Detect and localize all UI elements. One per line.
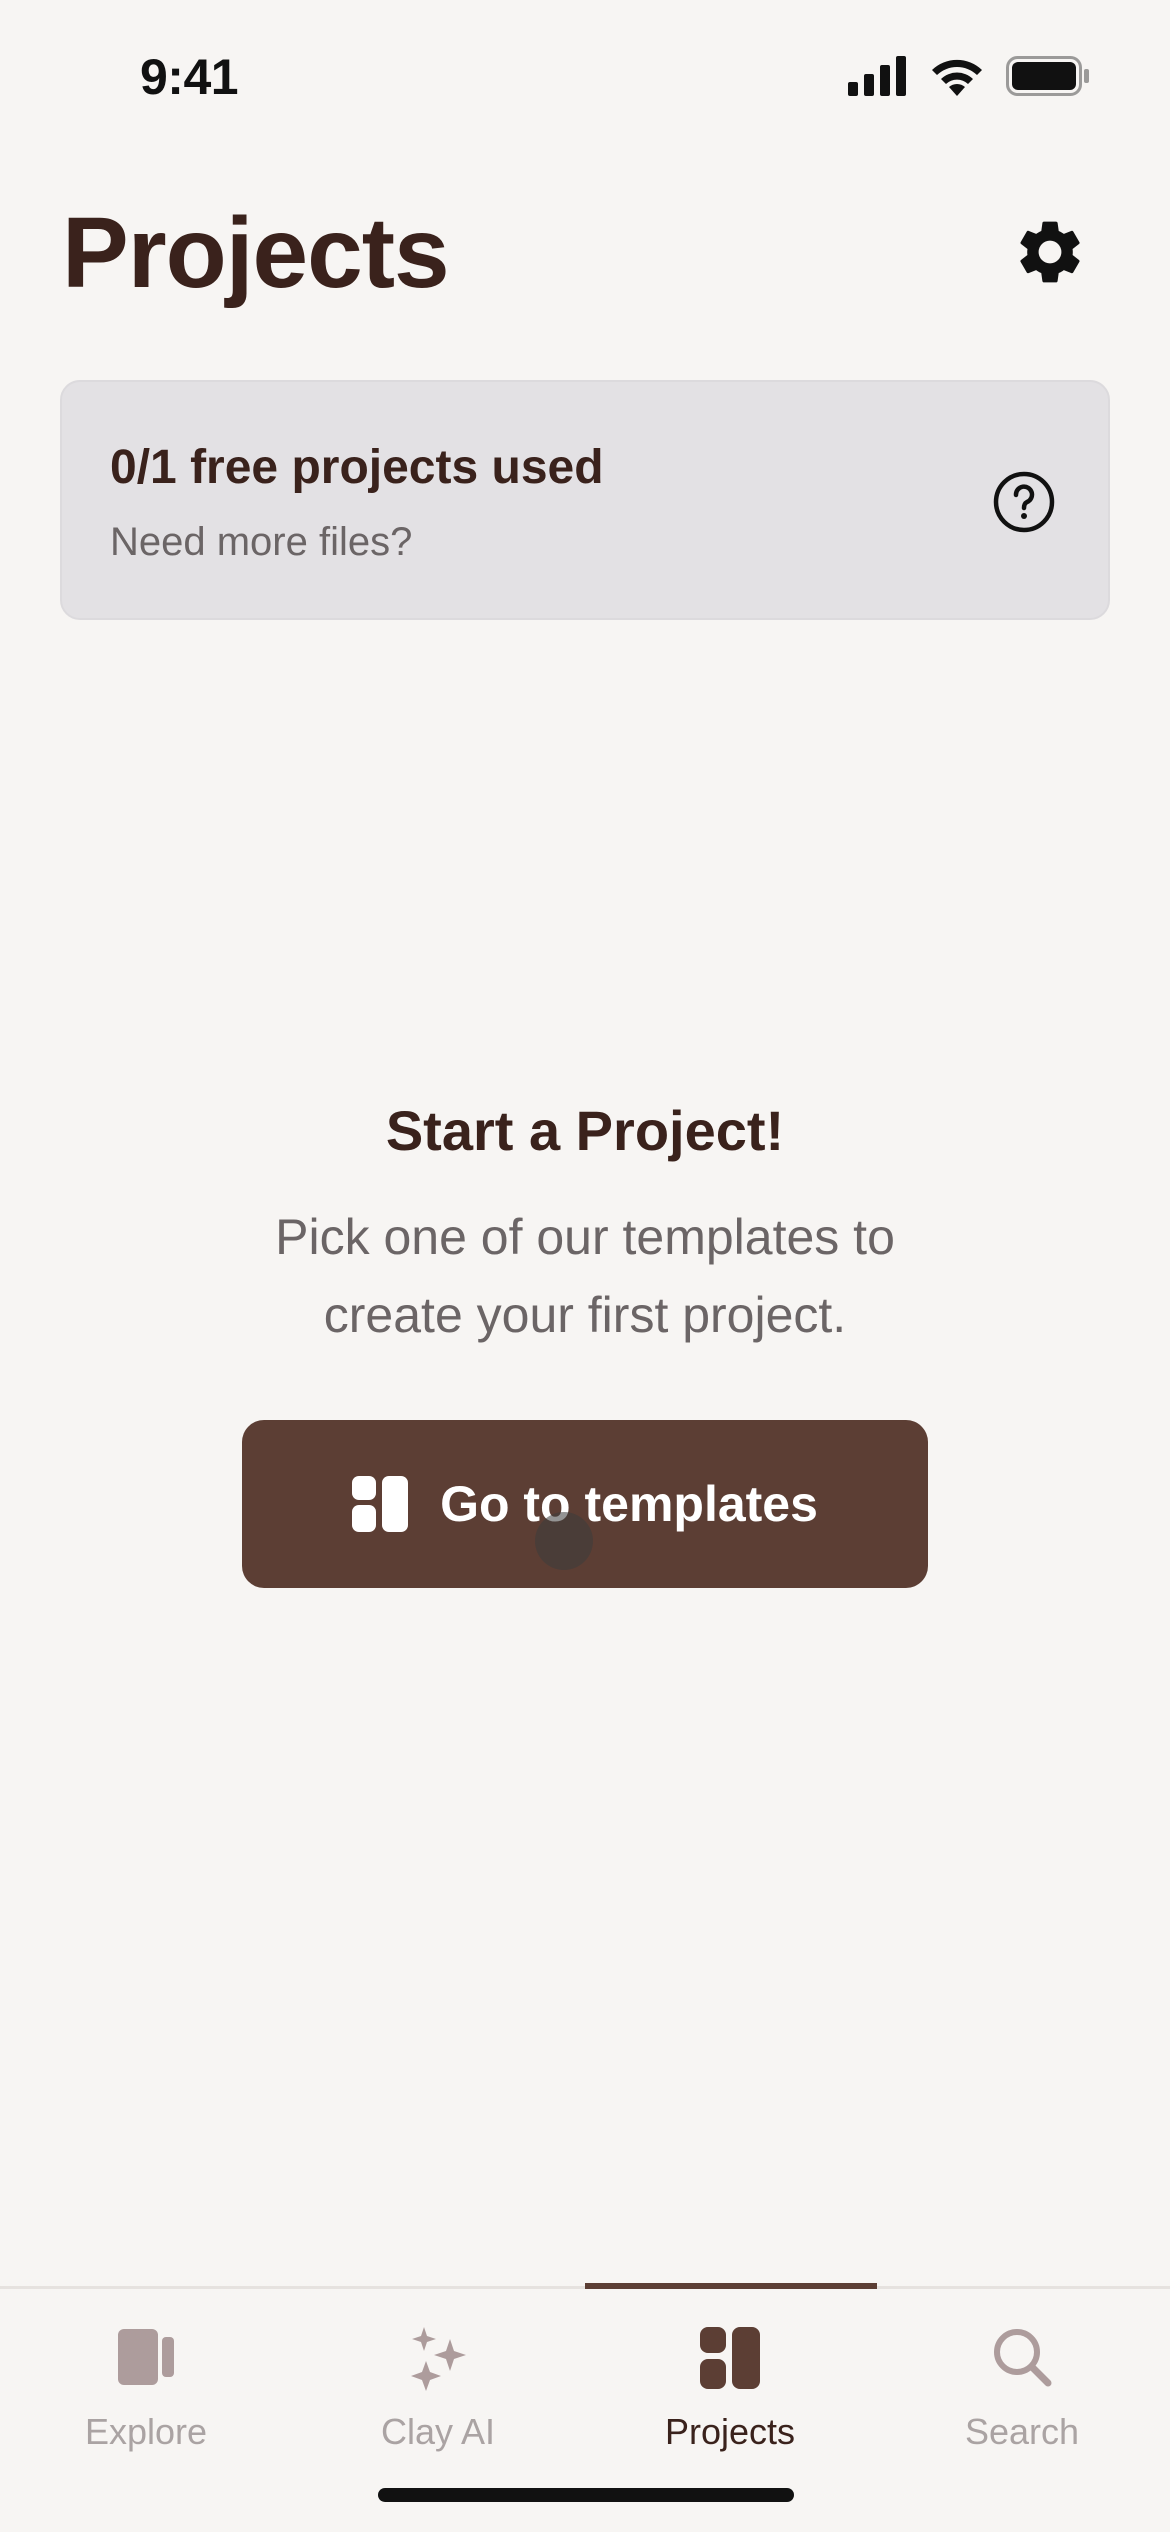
tab-label: Projects	[664, 2411, 796, 2452]
settings-button[interactable]	[1012, 214, 1088, 290]
empty-state-description: Pick one of our templates to create your…	[0, 1198, 1170, 1354]
free-projects-usage-card[interactable]: 0/1 free projects used Need more files?	[60, 380, 1110, 620]
projects-icon	[700, 2327, 760, 2389]
battery-icon	[1006, 56, 1089, 96]
empty-state-description-text: Pick one of our templates to create your…	[275, 1209, 895, 1343]
home-indicator[interactable]	[378, 2488, 794, 2502]
tab-label: Explore	[84, 2411, 208, 2452]
usage-title: 0/1 free projects used	[110, 441, 604, 494]
sparkle-icon	[411, 2327, 466, 2391]
status-time: 9:41	[140, 49, 239, 105]
go-to-templates-button[interactable]: Go to templates	[242, 1420, 928, 1588]
gear-icon	[1020, 221, 1080, 283]
explore-icon	[118, 2329, 174, 2385]
tab-search[interactable]: Search	[876, 2315, 1168, 2455]
cellular-signal-icon	[848, 56, 906, 96]
tab-label: Clay AI	[380, 2411, 496, 2452]
wifi-icon	[932, 59, 982, 96]
tab-explore[interactable]: Explore	[0, 2315, 292, 2455]
touch-indicator	[535, 1512, 593, 1570]
templates-icon	[352, 1476, 409, 1532]
search-icon	[994, 2329, 1052, 2387]
tab-label: Search	[964, 2411, 1080, 2452]
tab-projects[interactable]: Projects	[584, 2315, 876, 2455]
status-icons	[848, 56, 1090, 96]
tab-clay-ai[interactable]: Clay AI	[292, 2315, 584, 2455]
page-title: Projects	[62, 197, 450, 309]
active-tab-indicator	[585, 2283, 877, 2289]
go-to-templates-label: Go to templates	[440, 1476, 818, 1532]
projects-screen: 9:41 Projects 0/1 free projects used Nee…	[0, 0, 1170, 2532]
help-icon[interactable]	[992, 470, 1056, 534]
usage-subtitle: Need more files?	[110, 520, 413, 564]
empty-state-title: Start a Project!	[385, 1099, 785, 1162]
